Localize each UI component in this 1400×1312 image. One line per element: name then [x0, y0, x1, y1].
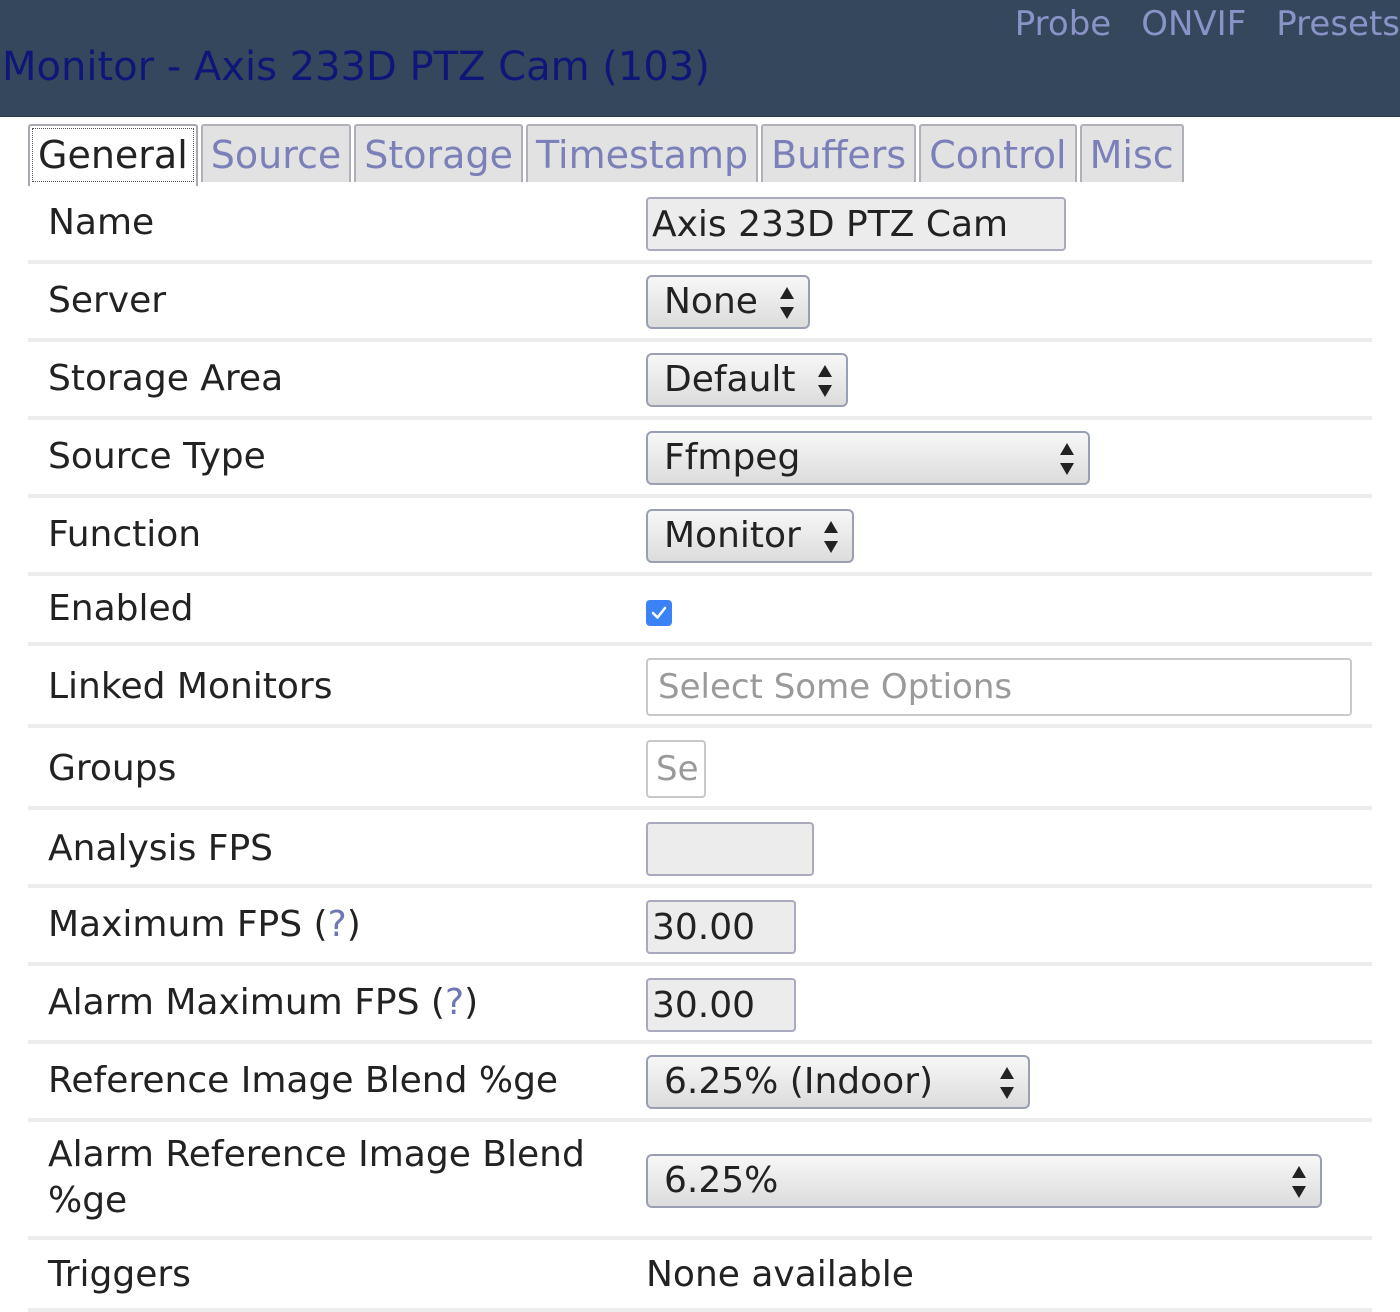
row-analysis-fps: Analysis FPS — [28, 810, 1372, 888]
server-select[interactable]: None — [646, 275, 810, 329]
row-groups: Groups Se — [28, 728, 1372, 810]
server-label: Server — [48, 280, 167, 321]
triggers-value: None available — [646, 1254, 914, 1295]
name-input[interactable] — [646, 197, 1066, 251]
analysis-fps-input[interactable] — [646, 822, 814, 876]
tab-storage[interactable]: Storage — [354, 124, 523, 182]
row-alarm-reference-blend: Alarm Reference Image Blend %ge 6.25% — [28, 1122, 1372, 1240]
row-storage-area: Storage Area Default — [28, 342, 1372, 420]
alarm-reference-blend-select[interactable]: 6.25% — [646, 1154, 1322, 1208]
row-alarm-maximum-fps: Alarm Maximum FPS (?) — [28, 966, 1372, 1044]
alarm-reference-blend-label-line1: Alarm Reference Image Blend — [48, 1134, 585, 1175]
maximum-fps-help-link[interactable]: ? — [328, 904, 347, 945]
storage-area-label: Storage Area — [48, 358, 284, 399]
alarm-reference-blend-label: Alarm Reference Image Blend %ge — [48, 1132, 585, 1224]
reference-blend-label: Reference Image Blend %ge — [48, 1060, 559, 1101]
onvif-link[interactable]: ONVIF — [1141, 4, 1246, 44]
server-select-value: None — [664, 281, 758, 322]
storage-area-select[interactable]: Default — [646, 353, 848, 407]
groups-input[interactable]: Se — [646, 740, 706, 798]
select-arrows-icon — [818, 365, 832, 397]
enabled-label: Enabled — [48, 588, 194, 629]
tab-source[interactable]: Source — [200, 124, 352, 182]
function-select-value: Monitor — [664, 515, 801, 556]
reference-blend-select-value: 6.25% (Indoor) — [664, 1061, 934, 1102]
linked-monitors-input[interactable]: Select Some Options — [646, 658, 1352, 716]
tab-buffers[interactable]: Buffers — [761, 124, 917, 182]
select-arrows-icon — [1060, 443, 1074, 475]
groups-label: Groups — [48, 748, 177, 789]
linked-monitors-label: Linked Monitors — [48, 666, 333, 707]
source-type-label: Source Type — [48, 436, 266, 477]
reference-blend-select[interactable]: 6.25% (Indoor) — [646, 1055, 1030, 1109]
row-reference-blend: Reference Image Blend %ge 6.25% (Indoor) — [28, 1044, 1372, 1122]
row-function: Function Monitor — [28, 498, 1372, 576]
name-label: Name — [48, 202, 155, 243]
row-name: Name — [28, 186, 1372, 264]
probe-link[interactable]: Probe — [1015, 4, 1111, 44]
tab-general[interactable]: General — [28, 124, 198, 186]
select-arrows-icon — [1292, 1166, 1306, 1198]
row-triggers: Triggers None available — [28, 1240, 1372, 1312]
maximum-fps-label-text: Maximum FPS — [48, 904, 303, 945]
storage-area-select-value: Default — [664, 359, 796, 400]
analysis-fps-label: Analysis FPS — [48, 828, 274, 869]
select-arrows-icon — [780, 287, 794, 319]
alarm-maximum-fps-label-text: Alarm Maximum FPS — [48, 982, 420, 1023]
row-source-type: Source Type Ffmpeg — [28, 420, 1372, 498]
maximum-fps-label: Maximum FPS (?) — [48, 904, 361, 945]
enabled-checkbox[interactable] — [646, 600, 672, 626]
maximum-fps-input[interactable] — [646, 900, 796, 954]
triggers-label: Triggers — [48, 1254, 191, 1295]
function-select[interactable]: Monitor — [646, 509, 854, 563]
row-enabled: Enabled — [28, 576, 1372, 646]
alarm-maximum-fps-input[interactable] — [646, 978, 796, 1032]
select-arrows-icon — [1000, 1067, 1014, 1099]
source-type-select-value: Ffmpeg — [664, 437, 801, 478]
tab-timestamp[interactable]: Timestamp — [525, 124, 759, 182]
row-maximum-fps: Maximum FPS (?) — [28, 888, 1372, 966]
alarm-reference-blend-label-line2: %ge — [48, 1180, 128, 1221]
tab-misc[interactable]: Misc — [1079, 124, 1184, 182]
row-server: Server None — [28, 264, 1372, 342]
tab-control[interactable]: Control — [919, 124, 1077, 182]
checkmark-icon — [651, 606, 667, 619]
presets-link[interactable]: Presets — [1276, 4, 1400, 44]
row-linked-monitors: Linked Monitors Select Some Options — [28, 646, 1372, 728]
alarm-maximum-fps-help-link[interactable]: ? — [445, 982, 464, 1023]
general-form: Name Server None Storage Area Default So… — [28, 186, 1372, 1312]
function-label: Function — [48, 514, 202, 555]
source-type-select[interactable]: Ffmpeg — [646, 431, 1090, 485]
select-arrows-icon — [824, 521, 838, 553]
page-title: Monitor - Axis 233D PTZ Cam (103) — [2, 44, 710, 90]
tab-bar: General Source Storage Timestamp Buffers… — [28, 124, 1184, 186]
alarm-reference-blend-select-value: 6.25% — [664, 1160, 779, 1201]
header: Probe ONVIF Presets Monitor - Axis 233D … — [0, 0, 1400, 117]
alarm-maximum-fps-label: Alarm Maximum FPS (?) — [48, 982, 479, 1023]
header-links: Probe ONVIF Presets — [1015, 4, 1400, 44]
